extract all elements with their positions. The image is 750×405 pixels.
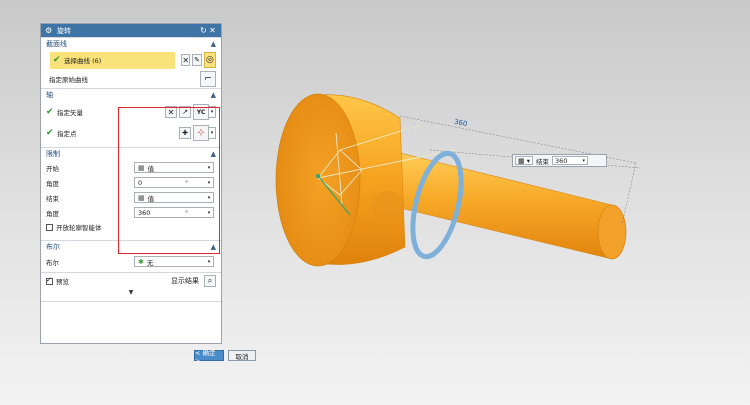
boolean-label: 布尔 [46, 258, 59, 267]
gear-icon: ⚙ [45, 25, 53, 35]
chevron-up-icon[interactable]: ▲ [211, 40, 216, 48]
close-icon[interactable]: ✕ [208, 26, 217, 35]
reverse-direction-icon[interactable]: ✕ [165, 106, 177, 118]
check-icon: ✔ [46, 128, 54, 138]
floating-end-input[interactable]: ▦ ▾ 结束 360 ▾ [512, 154, 607, 167]
boolean-title: 布尔 [46, 243, 60, 251]
section-curve-header[interactable]: 截面线 ▲ [41, 37, 221, 50]
boolean-select[interactable]: ✱ 无 ▾ [134, 256, 214, 267]
float-end-value[interactable]: 360 ▾ [551, 156, 588, 165]
start-angle-input[interactable]: 0 ° ▾ [134, 177, 214, 188]
ruler-icon: ▦ [138, 193, 145, 202]
vector-dialog-icon[interactable]: ↗ [179, 106, 191, 118]
origin-curve-label: 指定原始曲线 [49, 76, 88, 84]
point-dropdown[interactable]: ▾ [209, 127, 216, 139]
cross-select-icon[interactable]: ✕ [181, 54, 191, 66]
float-end-value-text: 360 [554, 156, 568, 165]
open-profile-label: 开放轮廓智能体 [56, 224, 102, 232]
show-result-icon[interactable]: ⌕ [204, 275, 216, 287]
end-type-value: 值 [147, 194, 155, 203]
revolve-dialog: ⚙ 旋转 ↻ ✕ 截面线 ▲ ✔ 选择曲线 (6) ✕ ✎ ◎ 指定原始曲线 ⌐… [40, 23, 256, 365]
start-angle-label: 角度 [46, 179, 59, 188]
boolean-none-icon: ✱ [138, 257, 144, 266]
end-angle-input[interactable]: 360 ° ▾ [134, 207, 214, 218]
start-angle-value: 0 [138, 178, 143, 187]
start-label: 开始 [46, 164, 59, 173]
end-angle-value: 360 [138, 208, 151, 217]
ruler-icon: ▦ [138, 163, 145, 172]
yc-vector-button[interactable]: YC [193, 104, 209, 120]
revolved-cylinder[interactable] [275, 93, 406, 267]
section-curve-title: 截面线 [46, 40, 67, 48]
select-curve-label: 选择曲线 (6) [64, 57, 102, 65]
specify-vector-label: 指定矢量 [57, 109, 83, 117]
start-type-value: 值 [147, 164, 155, 173]
cancel-button[interactable]: 取消 [228, 350, 256, 361]
point-dialog-icon[interactable]: ✚ [179, 127, 191, 139]
ok-button[interactable]: < 确定 > [194, 349, 224, 365]
check-icon: ✔ [46, 107, 54, 117]
float-end-label: 结束 [535, 157, 549, 166]
show-result-label: 显示结果 [171, 277, 199, 285]
limits-title: 限制 [46, 150, 60, 158]
chevron-up-icon[interactable]: ▲ [211, 150, 216, 158]
check-icon: ✔ [53, 55, 61, 65]
end-angle-unit: ° [185, 208, 189, 217]
start-type-select[interactable]: ▦ 值 ▾ [134, 162, 214, 173]
preview-label: 预览 [56, 278, 69, 286]
boolean-header[interactable]: 布尔 ▲ [41, 240, 221, 253]
chevron-up-icon[interactable]: ▲ [211, 243, 216, 251]
dialog-title: 旋转 [57, 26, 71, 35]
ruler-icon: ▦ [518, 156, 525, 165]
expand-more-icon[interactable]: ▼ [101, 289, 161, 297]
reset-icon[interactable]: ↻ [199, 26, 208, 35]
end-angle-label: 角度 [46, 209, 59, 218]
open-profile-checkbox[interactable] [46, 223, 53, 231]
start-angle-unit: ° [185, 178, 189, 187]
sketch-section-icon[interactable]: ✎ [192, 54, 202, 66]
end-type-select[interactable]: ▦ 值 ▾ [134, 192, 214, 203]
chevron-up-icon[interactable]: ▲ [211, 91, 216, 99]
vector-dropdown[interactable]: ▾ [209, 106, 216, 118]
point-snap-icon[interactable]: ⊹ [193, 125, 209, 141]
curve-rule-icon[interactable]: ◎ [203, 52, 217, 68]
axis-title: 轴 [46, 91, 53, 99]
limits-header[interactable]: 限制 ▲ [41, 147, 221, 160]
boolean-value: 无 [146, 258, 154, 267]
select-curve-row[interactable]: ✔ 选择曲线 (6) [50, 51, 175, 69]
axis-header[interactable]: 轴 ▲ [41, 88, 221, 101]
dialog-titlebar: ⚙ 旋转 ↻ ✕ [41, 24, 221, 37]
specify-point-label: 指定点 [57, 130, 77, 138]
preview-checkbox[interactable] [46, 276, 53, 285]
end-label: 结束 [46, 194, 59, 203]
float-type-combo[interactable]: ▦ ▾ [515, 156, 533, 165]
origin-curve-icon[interactable]: ⌐ [200, 71, 216, 87]
